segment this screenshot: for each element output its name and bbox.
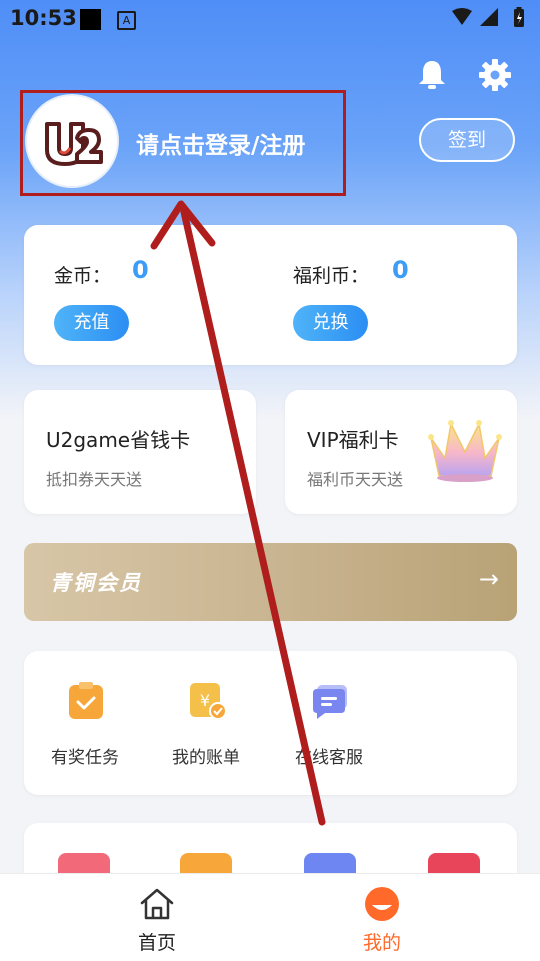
tab-mine[interactable]: 我的 — [322, 874, 442, 961]
annotation-highlight-box — [20, 90, 346, 196]
wifi-icon — [452, 8, 472, 25]
profile-icon — [365, 887, 399, 921]
chat-icon — [313, 685, 347, 719]
bell-icon[interactable] — [416, 58, 448, 92]
membership-banner[interactable]: 青铜会员 → — [24, 543, 517, 621]
notification-app-icon — [80, 9, 101, 30]
saving-card-title: U2game省钱卡 — [46, 428, 191, 452]
service-my-bills[interactable]: ¥ 我的账单 — [151, 651, 261, 795]
service-reward-tasks[interactable]: 有奖任务 — [30, 651, 140, 795]
tab-home[interactable]: 首页 — [97, 874, 217, 961]
vip-card-title: VIP福利卡 — [307, 428, 399, 452]
gold-coin-value: 0 — [132, 256, 149, 284]
status-bar: 10:53 A — [0, 0, 540, 38]
bonus-coin-label: 福利币： — [293, 265, 370, 287]
clipboard-check-icon — [69, 682, 103, 719]
service-my-bills-label: 我的账单 — [172, 748, 240, 768]
tab-home-label: 首页 — [137, 932, 176, 954]
svg-text:¥: ¥ — [200, 691, 210, 710]
home-icon — [140, 888, 174, 920]
bill-icon: ¥ — [190, 683, 226, 720]
tab-mine-label: 我的 — [362, 932, 401, 954]
services-card: 有奖任务 ¥ 我的账单 在线客服 — [24, 651, 517, 795]
arrow-right-icon: → — [478, 565, 499, 593]
service-reward-tasks-label: 有奖任务 — [51, 748, 119, 768]
saving-card-subtitle: 抵扣券天天送 — [46, 470, 143, 489]
service-online-support[interactable]: 在线客服 — [274, 651, 384, 795]
recharge-button[interactable]: 充值 — [54, 305, 129, 341]
wallet-card: 金币： 0 充值 福利币： 0 兑换 — [24, 225, 517, 365]
settings-gear-icon[interactable] — [478, 58, 512, 92]
bonus-coin-value: 0 — [392, 256, 409, 284]
gold-coin-label: 金币： — [54, 265, 112, 287]
membership-label: 青铜会员 — [50, 571, 142, 595]
signin-button[interactable]: 签到 — [419, 118, 515, 162]
vip-card-subtitle: 福利币天天送 — [307, 470, 404, 489]
vip-card[interactable]: VIP福利卡 福利币天天送 — [285, 390, 517, 514]
saving-card[interactable]: U2game省钱卡 抵扣券天天送 — [24, 390, 256, 514]
status-indicators — [452, 7, 524, 27]
exchange-button[interactable]: 兑换 — [293, 305, 368, 341]
signal-icon — [480, 8, 498, 26]
bottom-tab-bar: 首页 我的 — [0, 873, 540, 961]
status-time: 10:53 — [10, 6, 77, 30]
keyboard-badge-icon: A — [117, 11, 136, 30]
service-online-support-label: 在线客服 — [295, 748, 363, 768]
crown-icon — [428, 420, 502, 482]
header-actions — [416, 58, 516, 94]
